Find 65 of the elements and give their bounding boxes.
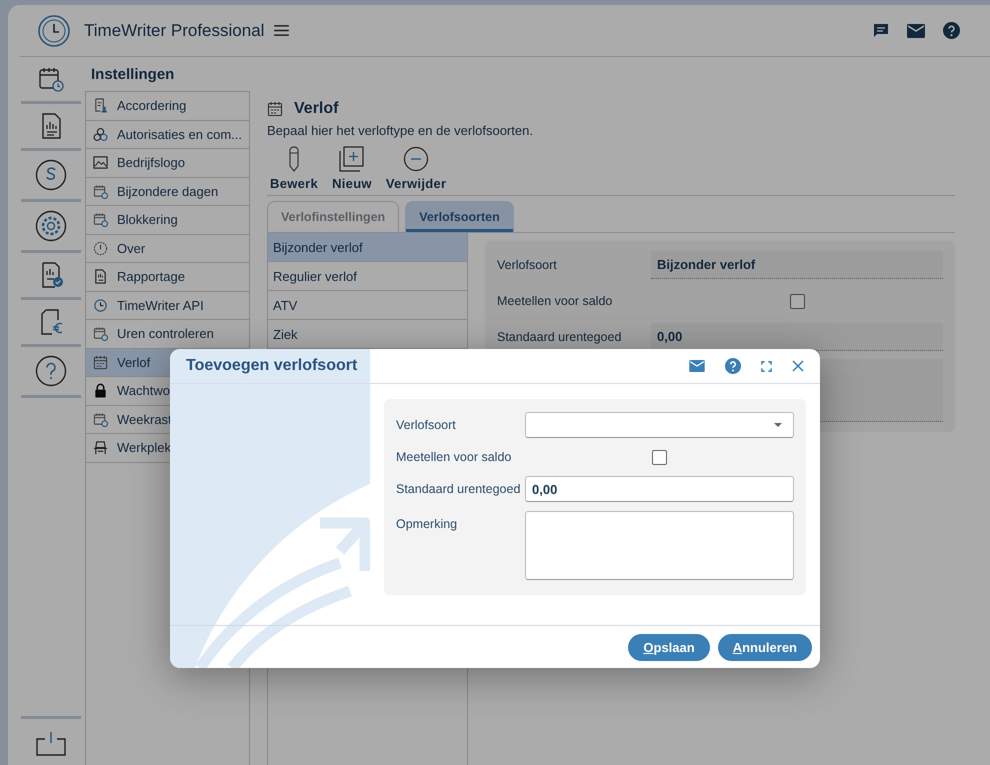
field-label: Opmerking: [396, 516, 458, 531]
page-title: Verlof: [294, 100, 338, 118]
field-label: Meetellen voor saldo: [497, 294, 614, 308]
clock-icon: [93, 298, 108, 313]
leave-type-item[interactable]: Regulier verlof: [268, 262, 467, 291]
image-icon: [93, 155, 108, 170]
report-icon: [93, 269, 108, 284]
settings-menu-item[interactable]: TimeWriter API: [86, 292, 249, 320]
pencil-icon: [288, 146, 300, 172]
field-value: 0,00: [651, 323, 943, 351]
dollar-circle-icon[interactable]: [34, 159, 66, 191]
field-value: Bijzonder verlof: [651, 251, 943, 279]
field-label: Standaard urentegoed: [396, 482, 522, 496]
mail-icon[interactable]: [689, 360, 705, 372]
fullscreen-icon[interactable]: [761, 360, 772, 372]
mail-icon[interactable]: [907, 24, 925, 38]
field-label: Meetellen voor saldo: [396, 450, 512, 464]
logout-icon[interactable]: [34, 731, 66, 757]
menu-icon[interactable]: [274, 25, 290, 36]
calendar-icon: [93, 326, 108, 342]
settings-icon[interactable]: [34, 210, 66, 242]
dropdown-field[interactable]: [525, 412, 794, 438]
new-button[interactable]: Nieuw: [332, 146, 372, 191]
delete-button[interactable]: Verwijder: [386, 146, 446, 191]
settings-menu-item[interactable]: Over: [86, 234, 249, 263]
calendar-icon: [267, 101, 283, 117]
page-description: Bepaal hier het verloftype en de verlofsoorten.: [267, 123, 534, 138]
leave-type-item[interactable]: Bijzonder verlof: [268, 233, 467, 262]
close-icon[interactable]: [792, 360, 804, 372]
settings-menu-item[interactable]: Bedrijfslogo: [86, 149, 249, 178]
help-icon[interactable]: [725, 358, 741, 374]
input-field[interactable]: 0,00: [525, 476, 794, 502]
tab[interactable]: Verlofsoorten: [405, 201, 514, 232]
checkbox[interactable]: [652, 450, 667, 464]
cancel-button[interactable]: Annuleren: [718, 634, 812, 660]
calendar-icon: [93, 354, 108, 370]
settings-menu-item[interactable]: Autorisaties en com...: [86, 120, 249, 149]
settings-menu-item[interactable]: Bijzondere dagen: [86, 178, 249, 206]
calendar-icon: [93, 212, 108, 228]
field-label: Standaard urentegoed: [497, 330, 622, 344]
calendar-icon: [93, 184, 108, 199]
save-button[interactable]: Opslaan: [628, 634, 710, 660]
help-icon[interactable]: [943, 22, 960, 39]
lock-icon: [93, 383, 108, 398]
desk-icon: [93, 440, 108, 456]
document-user-icon: [93, 98, 108, 114]
field-label: Verlofsoort: [396, 418, 457, 432]
add-icon: [338, 146, 365, 172]
chat-icon[interactable]: [873, 22, 889, 38]
calendar-clock-icon[interactable]: [36, 65, 64, 93]
field-label: Verlofsoort: [497, 258, 558, 272]
edit-button[interactable]: Bewerk: [270, 146, 318, 191]
settings-menu-item[interactable]: Blokkering: [86, 206, 249, 234]
settings-title: Instellingen: [90, 65, 176, 85]
remove-icon: [403, 146, 430, 172]
settings-menu-item[interactable]: Accordering: [86, 92, 249, 120]
clock-logo-icon: [37, 14, 71, 48]
checkbox[interactable]: [790, 294, 804, 308]
calendar-icon: [93, 412, 108, 427]
info-icon: [93, 240, 108, 256]
app-title: TimeWriter Professional: [84, 20, 264, 40]
help-icon[interactable]: [34, 355, 66, 387]
leave-type-item[interactable]: ATV: [268, 291, 467, 320]
settings-menu-item[interactable]: Rapportage: [86, 263, 249, 292]
people-icon: [93, 126, 108, 142]
